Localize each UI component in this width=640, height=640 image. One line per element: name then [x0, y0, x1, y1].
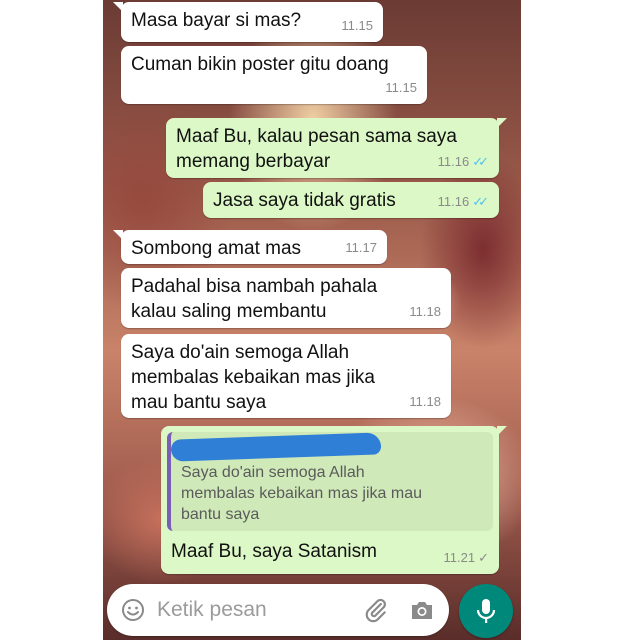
redacted-sender-name — [170, 432, 382, 462]
message-text: Sombong amat mas — [131, 238, 302, 259]
incoming-message[interactable]: Padahal bisa nambah pahala kalau saling … — [121, 268, 451, 328]
chat-screen: Masa bayar si mas? 11.15 Cuman bikin pos… — [103, 0, 521, 640]
message-text: Saya do'ain semoga Allah membalas kebaik… — [131, 342, 375, 413]
incoming-message[interactable]: Sombong amat mas 11.17 — [113, 230, 387, 264]
outgoing-message[interactable]: Maaf Bu, kalau pesan sama saya memang be… — [166, 118, 507, 178]
message-time: 11.18 — [409, 394, 441, 409]
outgoing-reply-message[interactable]: Saya do'ain semoga Allah membalas kebaik… — [161, 426, 507, 574]
voice-record-button[interactable] — [459, 584, 513, 638]
incoming-message[interactable]: Saya do'ain semoga Allah membalas kebaik… — [121, 334, 451, 418]
message-input[interactable]: Ketik pesan — [157, 598, 267, 622]
message-time: 11.17 — [345, 240, 377, 255]
message-text: Padahal bisa nambah pahala kalau saling … — [131, 276, 378, 322]
message-text: Cuman bikin poster gitu doang — [131, 54, 389, 75]
read-receipt-icon: ✓✓ — [472, 154, 489, 169]
read-receipt-icon: ✓✓ — [472, 194, 489, 209]
incoming-message[interactable]: Cuman bikin poster gitu doang 11.15 — [121, 46, 427, 104]
outgoing-message[interactable]: Jasa saya tidak gratis 11.16 ✓✓ — [203, 182, 499, 218]
message-time: 11.15 — [341, 18, 373, 33]
microphone-icon — [476, 599, 496, 623]
quoted-text: Saya do'ain semoga Allah membalas kebaik… — [181, 464, 422, 523]
emoji-icon[interactable] — [121, 598, 145, 622]
message-time: 11.18 — [409, 304, 441, 319]
message-time: 11.16 ✓✓ — [438, 189, 489, 214]
camera-icon[interactable] — [409, 598, 435, 622]
paperclip-icon[interactable] — [363, 597, 389, 623]
quoted-message[interactable]: Saya do'ain semoga Allah membalas kebaik… — [167, 432, 493, 531]
message-input-bar[interactable]: Ketik pesan — [107, 584, 449, 636]
incoming-message[interactable]: Masa bayar si mas? 11.15 — [113, 2, 383, 42]
message-time: 11.21 ✓ — [443, 550, 489, 565]
message-time: 11.16 ✓✓ — [438, 149, 489, 174]
sent-tick-icon: ✓ — [478, 550, 489, 565]
message-time: 11.15 — [385, 80, 417, 95]
message-text: Masa bayar si mas? — [131, 10, 302, 31]
